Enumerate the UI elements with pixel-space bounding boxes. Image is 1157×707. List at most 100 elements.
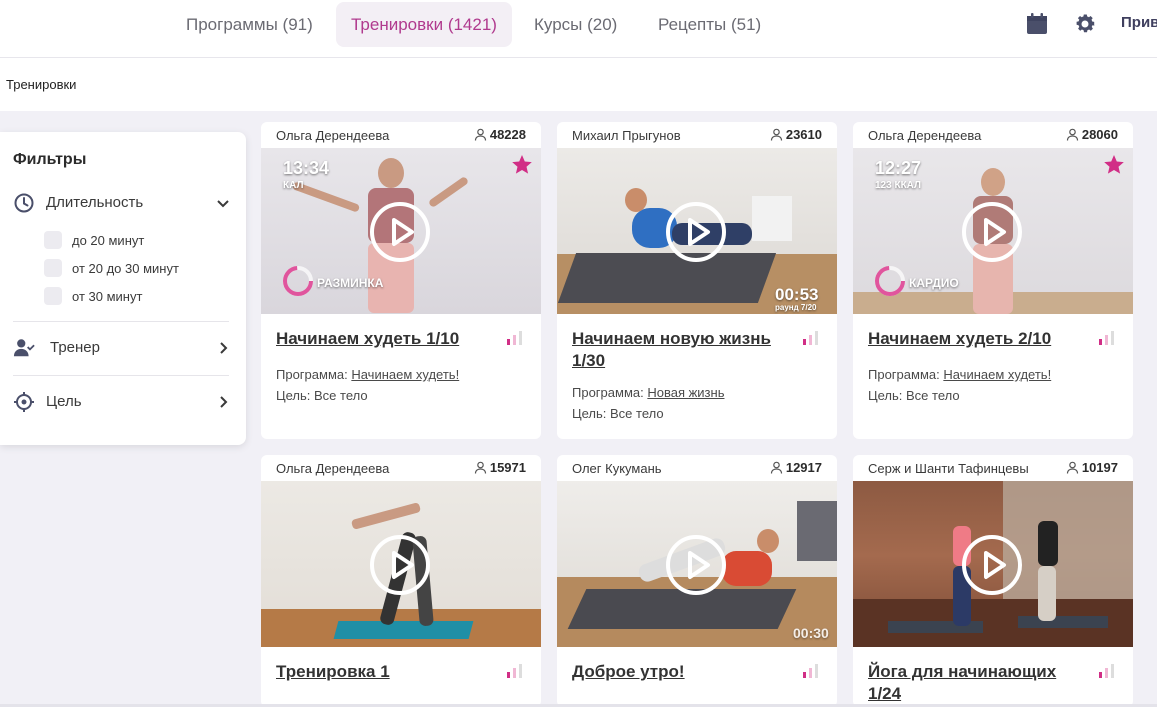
chevron-down-icon (217, 200, 229, 208)
trainer-name: Ольга Дерендеева (276, 128, 390, 143)
video-thumbnail[interactable]: 13:34 КАЛ РАЗМИНКА (261, 148, 541, 314)
overlay-kcal: КАЛ (283, 180, 304, 191)
filter-trainer[interactable]: Тренер (13, 336, 231, 360)
user-icon (770, 461, 782, 474)
chevron-right-icon (220, 342, 228, 354)
workout-title[interactable]: Доброе утро! (572, 661, 797, 683)
overlay-time: 00:30 (793, 625, 829, 641)
chevron-right-icon (220, 396, 228, 408)
breadcrumb-bar: Тренировки (0, 58, 1157, 111)
play-icon[interactable] (961, 534, 1023, 596)
card-header: Серж и Шанти Тафинцевы 10197 (853, 455, 1133, 481)
overlay-time: 12:27 (875, 158, 922, 178)
workout-title[interactable]: Начинаем худеть 1/10 (276, 328, 501, 350)
workout-title[interactable]: Начинаем новую жизнь 1/30 (572, 328, 797, 372)
video-thumbnail[interactable]: 00:30 (557, 481, 837, 647)
view-count-value: 28060 (1081, 127, 1118, 142)
filter-goal[interactable]: Цель (13, 390, 231, 414)
card-header: Олег Кукумань 12917 (557, 455, 837, 481)
user-icon (1066, 128, 1078, 141)
program-link[interactable]: Начинаем худеть! (351, 367, 459, 382)
view-count-value: 10197 (1081, 460, 1118, 475)
workout-card: Олег Кукумань 12917 00:30 Доброе утро! (557, 455, 837, 707)
brand-star-icon (1104, 155, 1124, 174)
view-count: 23610 (770, 127, 822, 142)
checkbox[interactable] (44, 287, 62, 305)
play-icon[interactable] (369, 201, 431, 263)
workout-title[interactable]: Тренировка 1 (276, 661, 501, 683)
calendar-icon[interactable] (1025, 12, 1049, 36)
workout-title[interactable]: Начинаем худеть 2/10 (868, 328, 1093, 350)
filter-duration-label: Длительность (46, 194, 144, 211)
video-thumbnail[interactable]: 12:27 123 ККАЛ КАРДИО (853, 148, 1133, 314)
trainer-name: Михаил Прыгунов (572, 128, 681, 143)
workout-card: Серж и Шанти Тафинцевы 10197 Йога для на… (853, 455, 1133, 707)
progress-ring-icon (875, 266, 905, 296)
breadcrumb: Тренировки (6, 77, 77, 92)
tab-workouts[interactable]: Тренировки (1421) (336, 2, 512, 47)
trainer-name: Ольга Дерендеева (276, 461, 390, 476)
filter-duration[interactable]: Длительность (13, 191, 231, 215)
workout-title[interactable]: Йога для начинающих 1/24 (868, 661, 1093, 705)
play-icon[interactable] (961, 201, 1023, 263)
checkbox[interactable] (44, 259, 62, 277)
divider (13, 375, 229, 376)
play-icon[interactable] (369, 534, 431, 596)
filter-goal-label: Цель (46, 393, 82, 410)
greeting-text[interactable]: Прив (1121, 14, 1157, 31)
program-prefix: Программа: (572, 385, 648, 400)
user-icon (770, 128, 782, 141)
view-count: 12917 (770, 460, 822, 475)
overlay-round: раунд 7/20 (775, 303, 817, 312)
card-header: Михаил Прыгунов 23610 (557, 122, 837, 148)
tab-courses[interactable]: Курсы (20) (519, 2, 632, 47)
filters-title: Фильтры (13, 151, 87, 168)
filter-trainer-label: Тренер (50, 339, 100, 356)
program-line: Программа: Новая жизнь (572, 385, 724, 400)
overlay-kcal: 123 ККАЛ (875, 180, 922, 191)
clock-icon (14, 193, 34, 213)
difficulty-icon (1099, 664, 1114, 678)
workout-card: Ольга Дерендеева 15971 Тренировка 1 (261, 455, 541, 707)
goal-line: Цель: Все тело (276, 388, 368, 403)
video-thumbnail[interactable] (853, 481, 1133, 647)
goal-line: Цель: Все тело (868, 388, 960, 403)
view-count-value: 12917 (785, 460, 822, 475)
brand-star-icon (512, 155, 532, 174)
overlay-tag: РАЗМИНКА (317, 276, 384, 290)
view-count: 28060 (1066, 127, 1118, 142)
program-prefix: Программа: (276, 367, 352, 382)
play-icon[interactable] (665, 534, 727, 596)
difficulty-icon (803, 331, 818, 345)
program-prefix: Программа: (868, 367, 944, 382)
card-header: Ольга Дерендеева 15971 (261, 455, 541, 481)
workout-card: Ольга Дерендеева 48228 13:34 КАЛ РАЗМИНК… (261, 122, 541, 439)
top-nav: Программы (91) Тренировки (1421) Курсы (… (0, 0, 1157, 58)
user-icon (474, 461, 486, 474)
option-label: от 20 до 30 минут (72, 261, 179, 276)
overlay-time: 13:34 (283, 158, 330, 178)
option-label: до 20 минут (72, 233, 145, 248)
view-count: 15971 (474, 460, 526, 475)
trainer-name: Олег Кукумань (572, 461, 662, 476)
overlay-time: 00:53 (775, 285, 819, 304)
gear-icon[interactable] (1073, 12, 1097, 36)
workout-card: Михаил Прыгунов 23610 00:53 раунд 7/20 Н… (557, 122, 837, 439)
progress-ring-icon (283, 266, 313, 296)
tab-recipes[interactable]: Рецепты (51) (643, 2, 776, 47)
program-line: Программа: Начинаем худеть! (868, 367, 1051, 382)
checkbox[interactable] (44, 231, 62, 249)
view-count-value: 15971 (489, 460, 526, 475)
target-icon (14, 392, 34, 412)
trainer-name: Ольга Дерендеева (868, 128, 982, 143)
goal-line: Цель: Все тело (572, 406, 664, 421)
program-link[interactable]: Начинаем худеть! (943, 367, 1051, 382)
program-link[interactable]: Новая жизнь (647, 385, 724, 400)
video-thumbnail[interactable]: 00:53 раунд 7/20 (557, 148, 837, 314)
video-thumbnail[interactable] (261, 481, 541, 647)
trainer-name: Серж и Шанти Тафинцевы (868, 461, 1029, 476)
tab-programs[interactable]: Программы (91) (171, 2, 328, 47)
option-label: от 30 минут (72, 289, 143, 304)
difficulty-icon (507, 664, 522, 678)
play-icon[interactable] (665, 201, 727, 263)
